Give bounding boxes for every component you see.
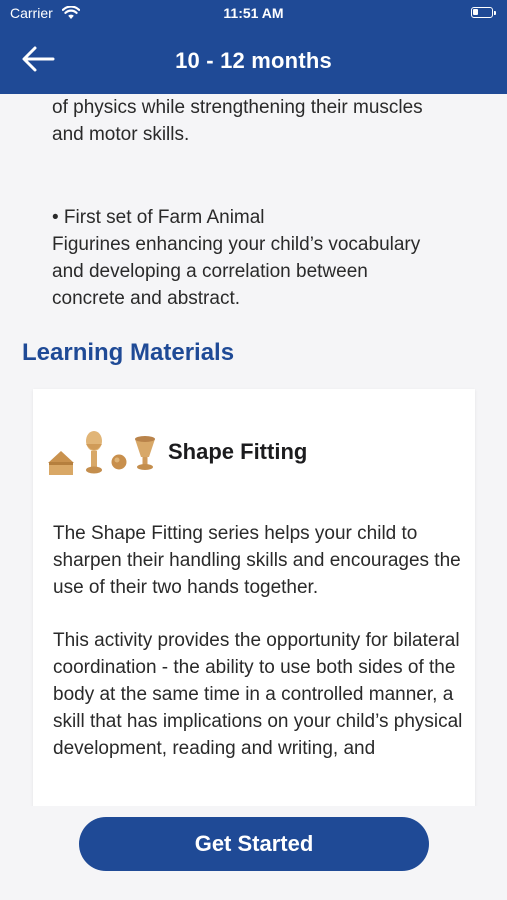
status-bar: Carrier 11:51 AM (0, 5, 507, 25)
text-line: and developing a correlation between (52, 261, 368, 282)
wooden-shapes-icon (48, 431, 155, 475)
text-line: concrete and abstract. (52, 288, 240, 309)
text-line: and motor skills. (52, 124, 190, 145)
status-time: 11:51 AM (223, 5, 284, 21)
bottom-bar: Get Started (0, 806, 507, 900)
card-paragraph: This activity provides the opportunity f… (53, 630, 463, 759)
learning-material-card[interactable]: Shape Fitting The Shape Fitting series h… (33, 389, 475, 806)
card-paragraph: The Shape Fitting series helps your chil… (53, 523, 461, 598)
text-line: Figurines enhancing your child’s vocabul… (52, 234, 421, 255)
bullet-item: • First set of Farm Animal (52, 207, 265, 228)
intro-paragraph: of physics while strengthening their mus… (52, 94, 482, 148)
nav-bar: Carrier 11:51 AM 10 - 12 months (0, 0, 507, 94)
card-description: The Shape Fitting series helps your chil… (53, 520, 463, 788)
section-title: Learning Materials (22, 339, 235, 366)
bullet-paragraph: • First set of Farm Animal Figurines enh… (52, 204, 482, 312)
battery-icon (471, 7, 496, 18)
get-started-button[interactable]: Get Started (79, 817, 429, 871)
page-title: 10 - 12 months (175, 48, 332, 73)
text-line: of physics while strengthening their mus… (52, 97, 423, 118)
card-title: Shape Fitting (168, 439, 308, 464)
scroll-content[interactable]: of physics while strengthening their mus… (0, 94, 507, 806)
